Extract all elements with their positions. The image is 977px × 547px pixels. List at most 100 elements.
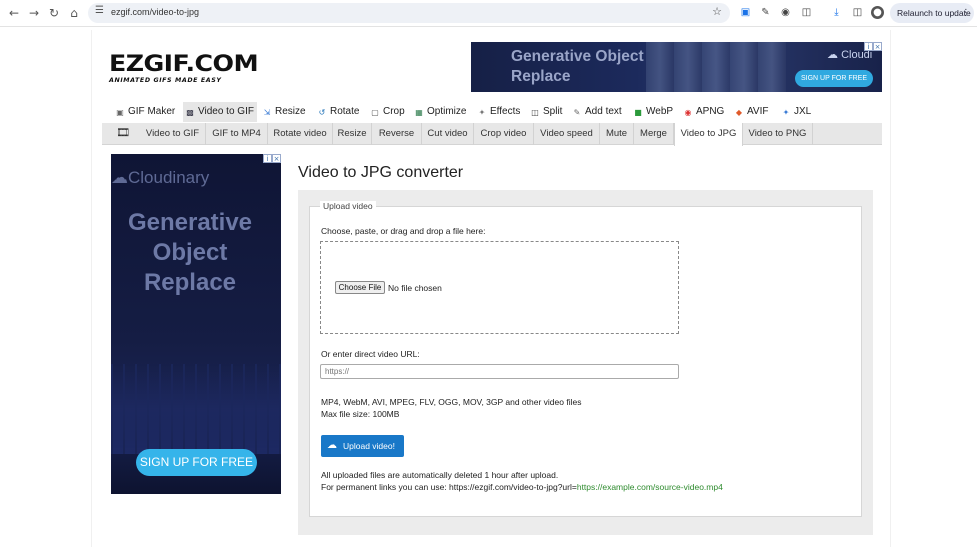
sub-nav-reverse[interactable]: Reverse — [372, 123, 422, 145]
video-icon: ▩ — [186, 108, 194, 117]
main-nav-label: Rotate — [330, 106, 360, 117]
main-nav-avif[interactable]: ◆ AVIF — [732, 102, 776, 122]
main-nav-label: Video to GIF — [198, 106, 254, 117]
sub-nav: 🎞 Video to GIF GIF to MP4 Rotate video Resi… — [102, 123, 882, 146]
main-nav-gif-maker[interactable]: ▣ GIF Maker — [113, 102, 181, 122]
main-nav-label: AVIF — [747, 106, 769, 117]
logo-text: EZGIF.COM — [109, 52, 259, 77]
main-nav-label: Split — [543, 106, 563, 117]
main-nav-rotate[interactable]: ↺ Rotate — [315, 102, 365, 122]
ad-decoration — [111, 364, 281, 454]
pen-icon[interactable]: ✎ — [759, 6, 772, 19]
cloud-icon: ☁ — [111, 168, 128, 188]
split-icon: ◫ — [531, 108, 539, 117]
gif-maker-icon: ▣ — [116, 108, 124, 117]
side-ad-close-icon[interactable]: × — [272, 154, 281, 163]
ad-figures-image — [646, 42, 786, 92]
crop-icon: ▢ — [371, 108, 379, 117]
sub-nav-crop-video[interactable]: Crop video — [474, 123, 534, 145]
side-ad-signup-button[interactable]: SIGN UP FOR FREE — [136, 449, 257, 476]
side-ad-brand: ☁Cloudinary — [111, 168, 210, 188]
main-nav-label: WebP — [646, 106, 674, 117]
main-nav-crop[interactable]: ▢ Crop — [368, 102, 410, 122]
main-nav-label: Optimize — [427, 106, 467, 117]
extension-icon[interactable]: ▣ — [739, 6, 752, 19]
main-nav-label: APNG — [696, 106, 725, 117]
main-nav-video-to-gif[interactable]: ▩ Video to GIF — [183, 102, 257, 122]
profile-avatar[interactable]: ● — [871, 6, 884, 19]
home-icon[interactable]: ⌂ — [66, 5, 82, 21]
main-nav-split[interactable]: ◫ Split — [528, 102, 568, 122]
sub-nav-mute[interactable]: Mute — [600, 123, 634, 145]
reload-icon[interactable]: ↻ — [46, 5, 62, 21]
ad-close-icon[interactable]: × — [873, 42, 882, 51]
rotate-icon: ↺ — [318, 108, 326, 117]
optimize-icon: ▦ — [415, 108, 423, 117]
main-nav-jxl[interactable]: ✦ JXL — [779, 102, 817, 122]
choose-file-label: Choose, paste, or drag and drop a file h… — [321, 226, 486, 236]
bookmark-star-icon[interactable]: ☆ — [712, 5, 722, 18]
supported-formats-text: MP4, WebM, AVI, MPEG, FLV, OGG, MOV, 3GP… — [321, 397, 582, 407]
site-info-icon[interactable]: ☰ — [95, 5, 104, 16]
film-icon: 🎞 — [116, 126, 130, 139]
camera-icon[interactable]: ◉ — [779, 6, 792, 19]
back-icon[interactable]: ← — [6, 5, 22, 21]
sub-nav-rotate-video[interactable]: Rotate video — [268, 123, 333, 145]
ad-info-icon[interactable]: i — [864, 42, 873, 51]
ad-signup-button[interactable]: SIGN UP FOR FREE — [795, 70, 873, 87]
main-nav-label: JXL — [794, 106, 812, 117]
permalink-example: https://example.com/source-video.mp4 — [576, 482, 723, 492]
relaunch-button[interactable]: Relaunch to update ⋮ — [890, 3, 974, 23]
sub-nav-video-to-png[interactable]: Video to PNG — [743, 123, 813, 145]
ad-headline: Generative Object Replace — [511, 48, 644, 85]
sub-nav-video-to-jpg[interactable]: Video to JPG — [674, 123, 743, 146]
main-nav-resize[interactable]: ⇲ Resize — [260, 102, 312, 122]
main-nav-label: Add text — [585, 106, 622, 117]
main-nav-add-text[interactable]: ✎ Add text — [570, 102, 628, 122]
download-icon[interactable]: ⤓ — [830, 6, 843, 19]
main-nav-optimize[interactable]: ▦ Optimize — [412, 102, 472, 122]
webp-icon: ■ — [634, 108, 642, 117]
page-title: Video to JPG converter — [298, 164, 464, 181]
main-nav-label: Resize — [275, 106, 306, 117]
menu-dots-icon[interactable]: ⋮ — [962, 3, 971, 23]
auto-delete-note: All uploaded files are automatically del… — [321, 470, 559, 480]
browser-toolbar: ← → ↻ ⌂ ☰ ezgif.com/video-to-jpg ☆ ▣ ✎ ◉… — [0, 0, 977, 27]
main-nav-effects[interactable]: ✦ Effects — [475, 102, 525, 122]
main-nav-apng[interactable]: ◉ APNG — [681, 102, 729, 122]
side-ad-info-icon[interactable]: i — [263, 154, 272, 163]
cloud-upload-icon: ☁ — [327, 440, 337, 451]
main-nav-webp[interactable]: ■ WebP — [631, 102, 677, 122]
sub-nav-cut-video[interactable]: Cut video — [422, 123, 474, 145]
upload-video-button[interactable]: ☁ Upload video! — [321, 435, 404, 457]
effects-icon: ✦ — [478, 108, 486, 117]
puzzle-icon[interactable]: ◫ — [800, 6, 813, 19]
address-bar[interactable]: ☰ ezgif.com/video-to-jpg ☆ — [88, 3, 730, 23]
video-url-input[interactable] — [320, 364, 679, 379]
avif-icon: ◆ — [735, 108, 743, 117]
sub-nav-video-speed[interactable]: Video speed — [534, 123, 600, 145]
address-url[interactable]: ezgif.com/video-to-jpg — [111, 7, 199, 17]
resize-icon: ⇲ — [263, 108, 271, 117]
main-nav-label: Crop — [383, 106, 405, 117]
no-file-chosen-text: No file chosen — [388, 283, 442, 293]
sidebar-icon[interactable]: ◫ — [851, 6, 864, 19]
site-logo[interactable]: EZGIF.COM ANIMATED GIFS MADE EASY — [109, 54, 259, 85]
url-label: Or enter direct video URL: — [321, 349, 420, 359]
sub-nav-merge[interactable]: Merge — [634, 123, 674, 145]
upload-legend: Upload video — [320, 201, 376, 211]
sub-nav-resize[interactable]: Resize — [333, 123, 372, 145]
add-text-icon: ✎ — [573, 108, 581, 117]
sub-nav-video-to-gif[interactable]: Video to GIF — [140, 123, 206, 145]
main-nav-label: GIF Maker — [128, 106, 176, 117]
forward-icon[interactable]: → — [26, 5, 42, 21]
choose-file-button[interactable]: Choose File — [335, 281, 385, 294]
sub-nav-gif-to-mp4[interactable]: GIF to MP4 — [206, 123, 268, 145]
max-file-size-text: Max file size: 100MB — [321, 409, 400, 419]
apng-icon: ◉ — [684, 108, 692, 117]
cloud-icon: ☁ — [827, 48, 838, 61]
logo-tagline: ANIMATED GIFS MADE EASY — [109, 77, 222, 84]
side-ad-banner[interactable]: ☁Cloudinary Generative Object Replace SI… — [111, 154, 281, 494]
side-ad-headline: Generative Object Replace — [127, 209, 253, 296]
top-ad-banner[interactable]: Generative Object Replace ☁ Cloudi SIGN … — [471, 42, 882, 92]
